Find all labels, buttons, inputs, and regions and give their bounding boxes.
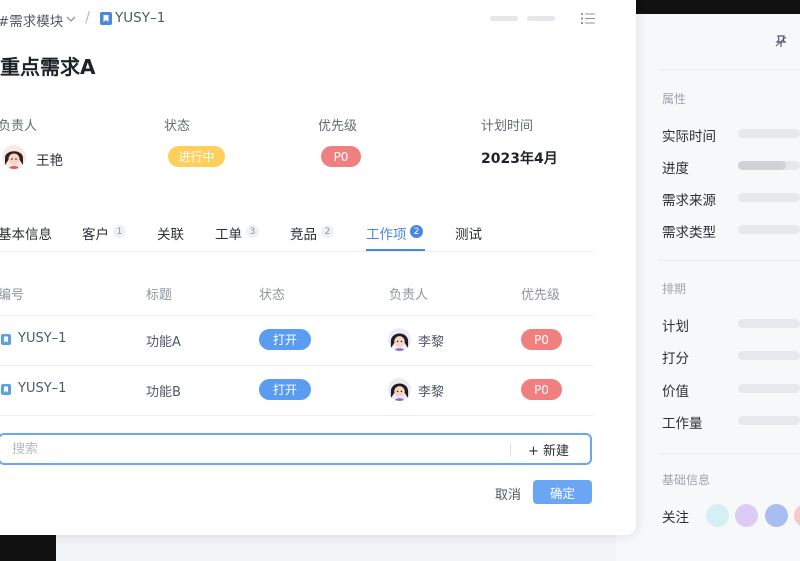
schedule-score-label: 打分 xyxy=(662,351,689,367)
tab-competitors-count: 2 xyxy=(321,225,334,238)
owner-name: 王艳 xyxy=(36,153,63,169)
owner-label: 负责人 xyxy=(0,119,38,134)
table-cell-id[interactable]: YUSY–1 xyxy=(18,331,66,346)
avatar[interactable] xyxy=(388,378,411,401)
page-title: 重点需求A xyxy=(0,55,96,79)
status-label: 状态 xyxy=(164,119,191,134)
table-cell-title[interactable]: 功能B xyxy=(146,381,181,400)
row-divider xyxy=(0,365,594,366)
plan-time-label: 计划时间 xyxy=(481,119,534,134)
tabs-divider xyxy=(0,251,594,252)
schedule-workload-label: 工作量 xyxy=(662,416,703,432)
row-divider xyxy=(0,315,594,316)
list-icon[interactable] xyxy=(581,12,595,25)
table-cell-title[interactable]: 功能A xyxy=(146,331,181,350)
table-header-priority: 优先级 xyxy=(521,288,561,303)
status-badge[interactable]: 打开 xyxy=(259,329,311,350)
follower-avatar[interactable] xyxy=(794,504,800,527)
section-attributes: 属性 xyxy=(662,92,687,106)
tab-tickets-count: 3 xyxy=(246,225,259,238)
requirement-detail-card: #需求模块 / YUSY–1 重点需求A 负责人 状态 优先级 计划时间 王艳 … xyxy=(0,0,636,535)
attr-actual-time-label: 实际时间 xyxy=(662,129,716,145)
chevron-down-icon[interactable] xyxy=(65,13,77,25)
tab-tickets[interactable]: 工单 xyxy=(215,223,242,243)
schedule-plan-label: 计划 xyxy=(662,319,689,335)
table-cell-id[interactable]: YUSY–1 xyxy=(18,381,66,396)
follower-avatar[interactable] xyxy=(735,504,758,527)
search-box: + 新建 xyxy=(0,433,592,465)
confirm-button[interactable]: 确定 xyxy=(533,480,592,504)
background-dark-bottom xyxy=(0,535,56,561)
progress-bar[interactable] xyxy=(738,161,800,170)
attr-progress-label: 进度 xyxy=(662,161,689,177)
divider xyxy=(510,443,511,457)
tab-related[interactable]: 关联 xyxy=(157,223,184,243)
divider xyxy=(658,453,800,454)
tag-icon xyxy=(1,334,11,345)
tag-icon xyxy=(100,12,112,25)
plan-time-value[interactable]: 2023年4月 xyxy=(481,148,558,168)
pin-icon[interactable] xyxy=(774,34,788,48)
breadcrumb-module[interactable]: #需求模块 xyxy=(0,10,63,30)
schedule-value-value[interactable] xyxy=(738,384,800,393)
table-header-status: 状态 xyxy=(259,288,286,303)
cancel-button[interactable]: 取消 xyxy=(495,484,521,503)
table-cell-owner: 李黎 xyxy=(418,385,445,400)
follower-avatar[interactable] xyxy=(765,504,788,527)
toolbar-placeholder[interactable] xyxy=(527,16,555,21)
attr-type-label: 需求类型 xyxy=(662,225,716,241)
attr-type-value[interactable] xyxy=(738,225,800,234)
tab-customers-count: 1 xyxy=(113,225,126,238)
row-divider xyxy=(0,415,594,416)
breadcrumb-separator: / xyxy=(85,8,91,26)
background-dark-top xyxy=(636,0,800,14)
priority-badge[interactable]: P0 xyxy=(321,146,361,167)
progress-bar-fill xyxy=(738,161,786,170)
schedule-score-value[interactable] xyxy=(738,351,800,360)
toolbar-placeholder[interactable] xyxy=(490,16,518,21)
search-input[interactable] xyxy=(12,440,492,458)
follower-avatar[interactable] xyxy=(706,504,729,527)
attr-source-value[interactable] xyxy=(738,193,800,202)
schedule-workload-value[interactable] xyxy=(738,416,800,425)
background-gray-bottom xyxy=(56,535,616,561)
schedule-value-label: 价值 xyxy=(662,384,689,400)
tab-work-items-count: 2 xyxy=(410,225,423,238)
add-new-button[interactable]: + 新建 xyxy=(528,440,569,459)
table-header-title: 标题 xyxy=(146,288,173,303)
table-cell-owner: 李黎 xyxy=(418,335,445,350)
breadcrumb-item-id[interactable]: YUSY–1 xyxy=(115,10,165,26)
tab-customers[interactable]: 客户 xyxy=(82,223,109,243)
avatar[interactable] xyxy=(2,145,26,169)
active-tab-indicator xyxy=(366,249,425,251)
divider xyxy=(658,69,800,70)
priority-badge[interactable]: P0 xyxy=(521,379,562,400)
tab-work-items[interactable]: 工作项 xyxy=(366,223,407,243)
schedule-plan-value[interactable] xyxy=(738,319,800,328)
section-basic-info: 基础信息 xyxy=(662,473,711,487)
table-header-owner: 负责人 xyxy=(389,288,429,303)
table-header-id: 编号 xyxy=(0,288,25,303)
section-schedule: 排期 xyxy=(662,282,687,296)
attr-actual-time-value[interactable] xyxy=(738,129,800,138)
tab-competitors[interactable]: 竞品 xyxy=(290,223,317,243)
priority-badge[interactable]: P0 xyxy=(521,329,562,350)
attr-source-label: 需求来源 xyxy=(662,193,716,209)
side-panel: 属性 实际时间 进度 需求来源 需求类型 排期 计划 打分 价值 工作量 基础信… xyxy=(616,14,800,561)
tag-icon xyxy=(1,384,11,395)
priority-label: 优先级 xyxy=(318,119,358,134)
status-badge[interactable]: 进行中 xyxy=(168,146,225,167)
status-badge[interactable]: 打开 xyxy=(259,379,311,400)
follow-label: 关注 xyxy=(662,510,689,526)
divider xyxy=(658,260,800,261)
tab-basic-info[interactable]: 基本信息 xyxy=(0,223,52,243)
avatar[interactable] xyxy=(388,328,411,351)
tab-tests[interactable]: 测试 xyxy=(455,223,482,243)
